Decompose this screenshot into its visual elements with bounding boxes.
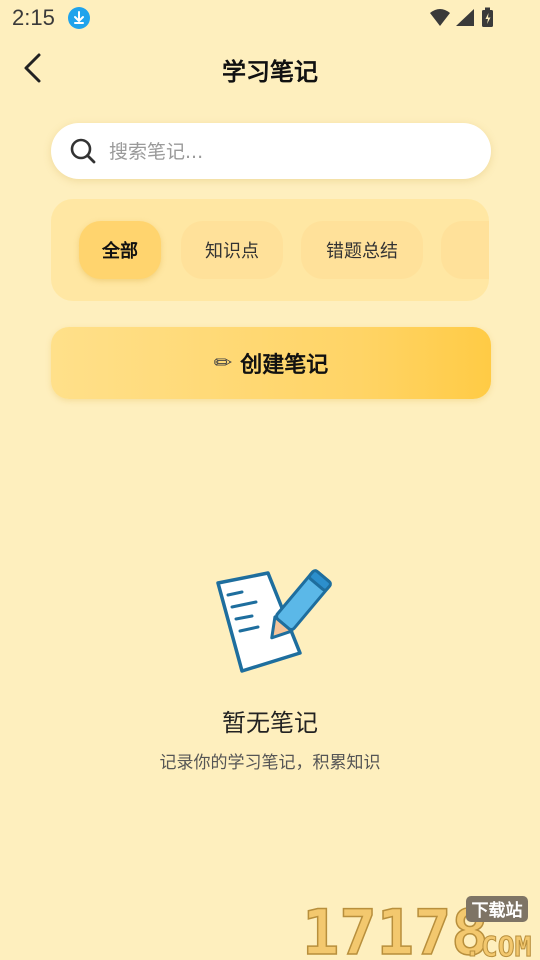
battery-icon — [482, 7, 493, 27]
download-notification-icon — [68, 7, 90, 29]
search-icon — [70, 138, 96, 164]
pencil-icon: ✏ — [213, 350, 233, 376]
search-bar[interactable] — [51, 123, 491, 179]
watermark-suffix-text: .COM — [464, 930, 531, 960]
watermark-sub-text: 下载站 — [472, 900, 523, 921]
status-bar: 2:15 — [0, 0, 540, 36]
status-time: 2:15 — [12, 5, 55, 30]
tab-knowledge-points[interactable]: 知识点 — [181, 221, 283, 279]
tab-more[interactable] — [441, 221, 489, 279]
search-input[interactable] — [107, 133, 471, 171]
site-watermark-logo: 17178 下载站 .COM — [302, 895, 532, 960]
signal-icon — [456, 9, 474, 26]
tab-mistake-summary[interactable]: 错题总结 — [301, 221, 423, 279]
tab-all[interactable]: 全部 — [79, 221, 161, 279]
note-pencil-illustration — [216, 569, 332, 673]
status-icons — [428, 7, 500, 33]
create-note-label: 创建笔记 — [240, 353, 329, 378]
create-note-button[interactable]: ✏ 创建笔记 — [51, 327, 491, 399]
page-title: 学习笔记 — [222, 58, 318, 86]
empty-state-title: 暂无笔记 — [222, 709, 318, 737]
watermark-main-text: 17178 — [302, 896, 489, 960]
empty-state-subtitle: 记录你的学习笔记，积累知识 — [159, 753, 381, 773]
category-tabs: 全部 知识点 错题总结 — [51, 199, 489, 301]
wifi-icon — [430, 9, 450, 26]
